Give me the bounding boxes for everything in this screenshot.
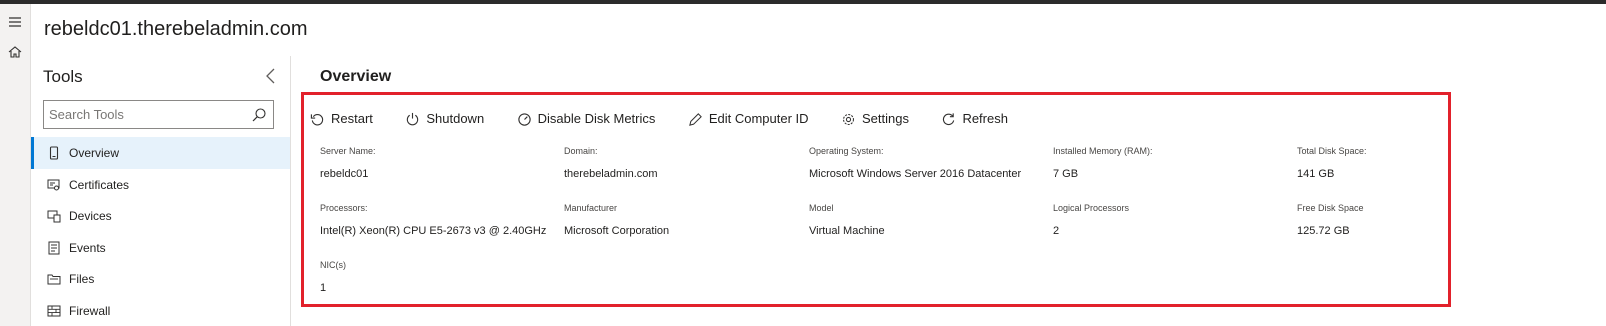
property-value: 141 GB [1297, 168, 1335, 180]
property-label: Logical Processors [1053, 203, 1130, 213]
tool-item-label: Firewall [69, 303, 111, 318]
search-tools-input[interactable] [49, 105, 244, 124]
tool-list: Overview Certificates Devices Events Fil… [31, 137, 290, 326]
property-value: 7 GB [1053, 168, 1079, 180]
refresh-icon [943, 113, 955, 126]
property-label: Domain: [564, 146, 598, 156]
property-value: Virtual Machine [809, 225, 885, 237]
property-value: Intel(R) Xeon(R) CPU E5-2673 v3 @ 2.40GH… [320, 225, 547, 237]
page-title: Overview [320, 68, 392, 85]
tool-item-devices[interactable]: Devices [31, 200, 290, 232]
tool-item-overview[interactable]: Overview [31, 137, 290, 169]
property-label: Model [809, 203, 834, 213]
disable-disk-metrics-label: Disable Disk Metrics [537, 111, 656, 126]
property-operating-system: Operating System: Microsoft Windows Serv… [809, 146, 1049, 180]
property-nics: NIC(s) 1 [320, 260, 560, 294]
left-rail [0, 4, 31, 326]
tool-item-certificates[interactable]: Certificates [31, 169, 290, 201]
property-server-name: Server Name: rebeldc01 [320, 146, 560, 180]
server-icon [49, 146, 59, 160]
property-value: Microsoft Windows Server 2016 Datacenter [809, 168, 1022, 180]
events-icon [48, 241, 60, 254]
disable-disk-metrics-button[interactable]: Disable Disk Metrics [517, 108, 656, 130]
property-value: 2 [1053, 225, 1060, 237]
property-processors: Processors: Intel(R) Xeon(R) CPU E5-2673… [320, 203, 560, 237]
property-label: Operating System: [809, 146, 884, 156]
property-total-disk-space: Total Disk Space: 141 GB [1297, 146, 1537, 180]
shutdown-button[interactable]: Shutdown [405, 108, 484, 130]
tool-item-label: Overview [69, 146, 120, 160]
property-installed-memory: Installed Memory (RAM): 7 GB [1053, 146, 1293, 180]
property-value: 125.72 GB [1297, 225, 1350, 237]
property-manufacturer: Manufacturer Microsoft Corporation [564, 203, 804, 237]
restart-button[interactable]: Restart [310, 108, 373, 130]
top-bar [0, 0, 1606, 4]
property-value: Microsoft Corporation [564, 225, 670, 237]
tool-item-label: Files [69, 272, 95, 286]
tools-pane: Tools Overview Certificates Devices Even… [31, 56, 291, 326]
tools-title: Tools [43, 67, 83, 86]
settings-button[interactable]: Settings [841, 108, 909, 130]
gauge-icon [517, 113, 531, 126]
hamburger-icon [9, 17, 21, 27]
property-label: Server Name: [320, 146, 376, 156]
property-label: Processors: [320, 203, 368, 213]
property-free-disk-space: Free Disk Space 125.72 GB [1297, 203, 1537, 237]
collapse-tools-button[interactable] [263, 66, 279, 86]
home-icon [8, 46, 22, 58]
home-button[interactable] [5, 42, 25, 62]
tool-item-events[interactable]: Events [31, 232, 290, 264]
certificate-icon [47, 179, 60, 190]
property-label: Installed Memory (RAM): [1053, 146, 1153, 156]
search-tools-box [43, 100, 274, 129]
power-icon [407, 112, 419, 126]
restart-icon [310, 114, 324, 126]
devices-icon [47, 210, 61, 223]
property-label: Free Disk Space [1297, 203, 1364, 213]
edit-computer-id-label: Edit Computer ID [708, 111, 809, 126]
main-content: Overview Restart Shutdown Disable Disk M… [291, 56, 1606, 326]
property-label: Manufacturer [564, 203, 618, 213]
search-icon[interactable] [251, 107, 267, 123]
hamburger-menu-button[interactable] [5, 12, 25, 32]
property-value: rebeldc01 [320, 168, 369, 180]
property-label: NIC(s) [320, 260, 346, 270]
property-domain: Domain: therebeladmin.com [564, 146, 804, 180]
property-label: Total Disk Space: [1297, 146, 1367, 156]
tool-item-firewall[interactable]: Firewall [31, 295, 290, 326]
pencil-icon [689, 113, 702, 126]
property-value: 1 [320, 282, 327, 294]
property-model: Model Virtual Machine [809, 203, 1049, 237]
tool-item-files[interactable]: Files [31, 263, 290, 295]
files-icon [47, 274, 61, 285]
gear-icon [843, 114, 854, 125]
tool-item-label: Devices [69, 209, 112, 223]
tool-item-label: Events [69, 240, 106, 255]
property-logical-processors: Logical Processors 2 [1053, 203, 1293, 237]
refresh-button[interactable]: Refresh [941, 108, 1008, 130]
overview-toolbar: Restart Shutdown Disable Disk Metrics Ed… [310, 108, 1036, 130]
server-title: rebeldc01.therebeladmin.com [44, 18, 308, 40]
edit-computer-id-button[interactable]: Edit Computer ID [688, 108, 809, 130]
firewall-icon [47, 305, 61, 316]
tool-item-label: Certificates [69, 177, 130, 192]
chevron-left-icon [266, 68, 275, 84]
property-value: therebeladmin.com [564, 168, 658, 180]
